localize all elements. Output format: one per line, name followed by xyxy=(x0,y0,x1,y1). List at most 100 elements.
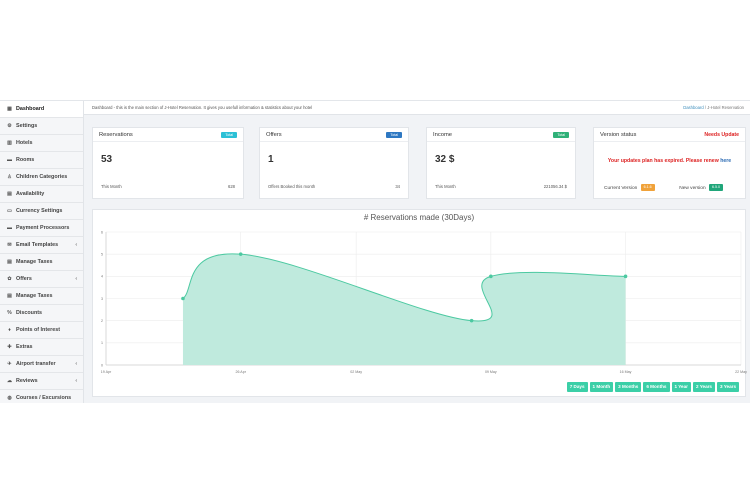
x-tick-label: 19 Apr xyxy=(101,370,112,374)
offers-title: Offers xyxy=(266,132,282,138)
sidebar-item-courses-excursions[interactable]: ◍ Courses / Excursions xyxy=(0,390,83,403)
sidebar-item-reviews[interactable]: ☁ Reviews ‹ xyxy=(0,373,83,390)
range-button-3-months[interactable]: 3 Months xyxy=(615,382,642,392)
sidebar-item-settings[interactable]: ⚙ Settings xyxy=(0,118,83,135)
version-status-card: Version status Needs Update Your updates… xyxy=(593,127,746,199)
sidebar-item-label: Dashboard xyxy=(16,106,45,112)
sidebar-item-label: Discounts xyxy=(16,310,43,316)
reservations-title: Reservations xyxy=(99,132,133,138)
building-icon: ▥ xyxy=(7,140,12,146)
offers-card-header: Offers Total xyxy=(260,128,408,142)
income-total-badge: Total xyxy=(553,132,569,138)
range-button-1-month[interactable]: 1 Month xyxy=(589,382,614,392)
comments-icon: ☁ xyxy=(7,378,12,384)
sidebar-item-availability[interactable]: ▤ Availability xyxy=(0,186,83,203)
y-tick-label: 2 xyxy=(101,319,103,323)
range-button-6-months[interactable]: 6 Months xyxy=(643,382,670,392)
breadcrumb-separator: / xyxy=(704,105,707,110)
sidebar-item-airport-transfer[interactable]: ✈ Airport transfer ‹ xyxy=(0,356,83,373)
y-tick-label: 5 xyxy=(101,252,103,256)
reservations-card-header: Reservations Total xyxy=(93,128,243,142)
gift-icon: ✿ xyxy=(7,276,12,282)
offers-value: 1 xyxy=(268,154,274,165)
current-version-label: Current Version xyxy=(604,185,638,191)
version-card-header: Version status Needs Update xyxy=(594,128,745,142)
range-button-1-year[interactable]: 1 Year xyxy=(671,382,691,392)
sidebar-item-manage-taxes[interactable]: ▤ Manage Taxes xyxy=(0,254,83,271)
renew-here-link[interactable]: here xyxy=(720,158,731,164)
sidebar-item-email-templates[interactable]: ✉ Email Templates ‹ xyxy=(0,237,83,254)
gear-icon: ⚙ xyxy=(7,123,12,129)
sidebar-item-label: Children Categories xyxy=(16,174,68,180)
data-point xyxy=(469,318,474,323)
offers-foot-label: Offers Booked this month xyxy=(268,184,316,189)
x-tick-label: 16 May xyxy=(620,370,632,374)
data-point xyxy=(489,274,493,279)
sidebar-item-offers[interactable]: ✿ Offers ‹ xyxy=(0,271,83,288)
sidebar-item-label: Reviews xyxy=(16,378,38,384)
x-tick-label: 22 May xyxy=(735,370,747,374)
breadcrumb-dashboard-link[interactable]: Dashboard xyxy=(683,105,704,110)
income-foot-value: 221056.34 $ xyxy=(543,184,567,189)
receipt-icon: ▤ xyxy=(7,293,12,299)
calendar-icon: ▤ xyxy=(7,191,12,197)
x-tick-label: 02 May xyxy=(350,370,362,374)
range-button-2-years[interactable]: 2 Years xyxy=(692,382,715,392)
x-tick-label: 09 May xyxy=(485,370,497,374)
income-card: Income Total 32 $ This Month 221056.34 $ xyxy=(426,127,576,199)
income-foot-label: This Month xyxy=(435,184,456,189)
reservations-total-badge: Total xyxy=(221,132,237,138)
sidebar-item-discounts[interactable]: % Discounts xyxy=(0,305,83,322)
expired-message: Your updates plan has expired. Please re… xyxy=(594,158,745,164)
sidebar-item-extras[interactable]: ✚ Extras xyxy=(0,339,83,356)
envelope-icon: ✉ xyxy=(7,242,12,248)
y-tick-label: 3 xyxy=(101,297,103,301)
sidebar-item-label: Currency Settings xyxy=(16,208,63,214)
chevron-left-icon: ‹ xyxy=(75,361,77,367)
current-version-tag: 6.1.6 xyxy=(640,184,655,191)
sidebar-item-children-categories[interactable]: ♙ Children Categories xyxy=(0,169,83,186)
new-version-group: New version 6.5.0 xyxy=(679,184,723,191)
sidebar-item-label: Offers xyxy=(16,276,32,282)
range-button-7-days[interactable]: 7 Days xyxy=(566,382,588,392)
y-tick-label: 0 xyxy=(101,363,103,367)
reservations-chart-card: # Reservations made (30Days) 0 1 2 3 4 5 6 19 A… xyxy=(92,209,747,397)
child-icon: ♙ xyxy=(7,174,12,180)
sidebar-item-points-of-interest[interactable]: ♦ Points of Interest xyxy=(0,322,83,339)
sidebar-item-label: Manage Taxes xyxy=(16,259,53,265)
sidebar-item-manage-taxes[interactable]: ▤ Manage Taxes xyxy=(0,288,83,305)
needs-update-status: Needs Update xyxy=(704,132,739,138)
sidebar-item-rooms[interactable]: ▬ Rooms xyxy=(0,152,83,169)
plane-icon: ✈ xyxy=(7,361,12,367)
reservations-footer: This Month 628 xyxy=(101,184,235,189)
bed-icon: ▬ xyxy=(7,157,12,163)
sidebar: ▦ Dashboard ⚙ Settings ▥ Hotels ▬ Rooms ♙ Childre… xyxy=(0,101,84,403)
sidebar-item-currency-settings[interactable]: ▭ Currency Settings xyxy=(0,203,83,220)
range-button-3-years[interactable]: 3 Years xyxy=(716,382,739,392)
sidebar-item-dashboard[interactable]: ▦ Dashboard xyxy=(0,101,83,118)
offers-footer: Offers Booked this month 34 xyxy=(268,184,400,189)
page-description-bar: Dashboard - this is the main section of … xyxy=(84,101,750,115)
sidebar-item-label: Courses / Excursions xyxy=(16,395,72,401)
credit-card-icon: ▬ xyxy=(7,225,12,231)
version-title: Version status xyxy=(600,132,637,138)
receipt-icon: ▤ xyxy=(7,259,12,265)
plus-icon: ✚ xyxy=(7,344,12,350)
money-icon: ▭ xyxy=(7,208,12,214)
sidebar-item-hotels[interactable]: ▥ Hotels xyxy=(0,135,83,152)
data-point xyxy=(238,252,243,256)
sidebar-item-label: Points of Interest xyxy=(16,327,61,333)
offers-total-badge: Total xyxy=(386,132,402,138)
map-marker-icon: ♦ xyxy=(8,327,11,333)
dashboard-icon: ▦ xyxy=(7,106,12,112)
income-title: Income xyxy=(433,132,453,138)
expired-text: Your updates plan has expired. Please re… xyxy=(607,158,719,164)
chevron-left-icon: ‹ xyxy=(75,276,77,282)
income-card-header: Income Total xyxy=(427,128,575,142)
sidebar-item-payment-processors[interactable]: ▬ Payment Processors xyxy=(0,220,83,237)
sidebar-item-label: Hotels xyxy=(16,140,33,146)
data-point xyxy=(181,296,185,301)
breadcrumb: Dashboard / J-Hotel Reservation xyxy=(683,101,744,115)
series-area xyxy=(182,253,626,365)
globe-icon: ◍ xyxy=(7,395,12,401)
